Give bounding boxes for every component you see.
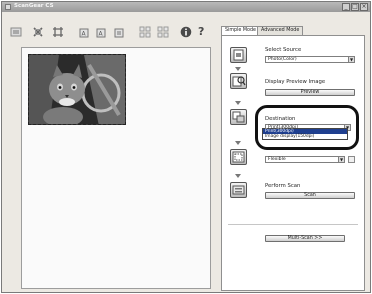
rotate-right-icon[interactable]: A [95, 26, 107, 38]
close-button[interactable]: × [360, 3, 368, 11]
title-bar: ScanGear CS _ □ × [2, 2, 370, 12]
aspect-ratio-icon[interactable] [348, 156, 355, 163]
rotate-left-icon[interactable]: A [78, 26, 90, 38]
chevron-down-icon[interactable]: ▼ [338, 157, 344, 162]
mirror-icon[interactable] [113, 26, 125, 38]
scan-button[interactable]: Scan [265, 192, 355, 199]
mode-tabs: Simple Mode Advanced Mode [221, 26, 365, 36]
window-title: ScanGear CS [14, 3, 54, 9]
arrow-down-icon [235, 67, 241, 71]
select-all-icon[interactable] [52, 26, 64, 38]
toolbar: A A ? [2, 13, 216, 43]
help-glyph: ? [198, 25, 205, 38]
preview-label: Display Preview Image [265, 79, 326, 85]
crop-icon[interactable] [32, 26, 44, 38]
scan-label: Perform Scan [265, 183, 301, 189]
preview-button[interactable]: Preview [265, 89, 355, 96]
arrow-down-icon [235, 101, 241, 105]
maximize-button[interactable]: □ [351, 3, 359, 11]
size-select[interactable]: Flexible ▼ [265, 156, 345, 163]
source-select-value: Photo(Color) [268, 57, 297, 62]
chevron-down-icon[interactable]: ▼ [348, 57, 354, 62]
help-icon[interactable]: ? [198, 26, 210, 38]
size-step-icon [230, 149, 247, 165]
grid-view-icon[interactable] [139, 26, 151, 38]
right-panel: Simple Mode Advanced Mode Select Source … [221, 26, 365, 291]
scan-step-icon [230, 182, 247, 198]
source-select[interactable]: Photo(Color) ▼ [265, 56, 355, 63]
tab-advanced-mode[interactable]: Advanced Mode [257, 26, 304, 35]
grid-view-2-icon[interactable] [157, 26, 169, 38]
arrow-down-icon [235, 141, 241, 145]
thumbnail-icon[interactable] [10, 26, 22, 38]
preview-step-icon [230, 73, 247, 89]
divider [228, 224, 358, 225]
minimize-button[interactable]: _ [342, 3, 350, 11]
app-icon [5, 4, 11, 10]
preview-photo[interactable] [28, 54, 126, 125]
source-step-icon [230, 47, 247, 63]
source-label: Select Source [265, 47, 302, 53]
size-select-value: Flexible [268, 157, 286, 162]
highlight-ring [255, 105, 359, 150]
info-icon[interactable] [180, 26, 192, 38]
arrow-down-icon [235, 174, 241, 178]
multi-scan-button[interactable]: Multi-Scan >> [265, 235, 345, 242]
simple-mode-panel: Select Source Photo(Color) ▼ Display Pre… [221, 35, 365, 291]
destination-step-icon [230, 109, 247, 125]
